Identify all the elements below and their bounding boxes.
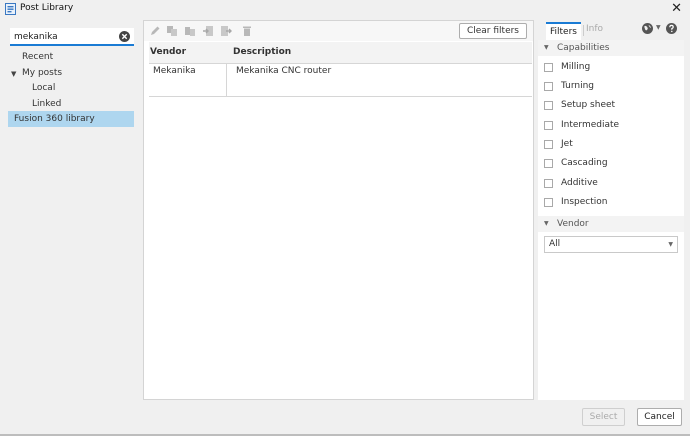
capability-cascading[interactable]: Cascading	[544, 157, 678, 173]
tab-filters[interactable]: Filters	[546, 22, 581, 41]
window-title: Post Library	[20, 3, 74, 13]
capability-milling[interactable]: Milling	[544, 61, 678, 77]
table-header: Vendor Description	[149, 42, 532, 64]
vendor-selected-value: All	[549, 239, 561, 249]
edit-icon[interactable]	[149, 25, 161, 37]
vendor-dropdown[interactable]: All ▼	[544, 236, 678, 253]
capability-label: Additive	[561, 178, 598, 188]
delete-icon[interactable]	[241, 25, 253, 37]
toolbar: Clear filters	[144, 21, 533, 41]
capability-label: Turning	[561, 81, 594, 91]
post-list-panel: Clear filters Vendor Description Mekanik…	[143, 20, 534, 400]
column-header-description[interactable]: Description	[233, 47, 291, 57]
checkbox[interactable]	[544, 82, 553, 91]
capability-additive[interactable]: Additive	[544, 177, 678, 193]
vendor-section-header[interactable]: ▼ Vendor	[538, 216, 684, 232]
checkbox[interactable]	[544, 101, 553, 110]
checkbox[interactable]	[544, 198, 553, 207]
select-button[interactable]: Select	[582, 408, 625, 426]
clear-filters-button[interactable]: Clear filters	[458, 23, 527, 39]
export-icon[interactable]	[220, 25, 232, 37]
clear-search-icon[interactable]	[119, 31, 130, 42]
tree-item-label: Fusion 360 library	[14, 114, 95, 124]
vendor-heading: Vendor	[557, 219, 589, 229]
tree-item-my-posts[interactable]: My posts	[22, 68, 62, 78]
capabilities-section-header[interactable]: ▼ Capabilities	[538, 40, 684, 56]
chevron-down-icon[interactable]: ▼	[11, 70, 16, 78]
capability-setup-sheet[interactable]: Setup sheet	[544, 99, 678, 115]
search-box	[10, 28, 134, 46]
copy-icon[interactable]	[166, 25, 178, 37]
import-icon[interactable]	[202, 25, 214, 37]
tree-item-linked[interactable]: Linked	[32, 99, 61, 109]
search-input[interactable]	[14, 30, 114, 43]
help-icon[interactable]	[666, 23, 677, 34]
left-panel: Recent ▼ My posts Local Linked Fusion 36…	[8, 22, 136, 402]
checkbox[interactable]	[544, 140, 553, 149]
checkbox[interactable]	[544, 121, 553, 130]
close-icon[interactable]: ✕	[671, 1, 682, 16]
globe-icon[interactable]	[642, 23, 653, 34]
capability-label: Cascading	[561, 158, 608, 168]
title-bar: Post Library ✕	[0, 0, 690, 18]
tab-bar: Filters Info ▼	[538, 20, 684, 41]
post-library-icon	[5, 3, 16, 15]
chevron-down-icon[interactable]: ▼	[656, 24, 661, 31]
capability-intermediate[interactable]: Intermediate	[544, 119, 678, 135]
tree-item-local[interactable]: Local	[32, 83, 55, 93]
chevron-down-icon: ▼	[544, 44, 549, 51]
capability-label: Jet	[561, 139, 573, 149]
tree-item-fusion-library[interactable]: Fusion 360 library	[8, 111, 134, 127]
capability-inspection[interactable]: Inspection	[544, 196, 678, 212]
capability-label: Setup sheet	[561, 100, 616, 110]
cell-description: Mekanika CNC router	[236, 66, 332, 76]
capability-jet[interactable]: Jet	[544, 138, 678, 154]
table-row[interactable]: Mekanika Mekanika CNC router	[149, 63, 532, 97]
checkbox[interactable]	[544, 159, 553, 168]
tree-item-recent[interactable]: Recent	[22, 52, 53, 62]
capability-label: Intermediate	[561, 120, 620, 130]
checkbox[interactable]	[544, 63, 553, 72]
paste-icon[interactable]	[184, 25, 196, 37]
capability-turning[interactable]: Turning	[544, 80, 678, 96]
chevron-down-icon: ▼	[668, 241, 673, 248]
cancel-button[interactable]: Cancel	[637, 408, 682, 426]
tab-info[interactable]: Info	[586, 24, 603, 34]
column-header-vendor[interactable]: Vendor	[150, 47, 186, 57]
chevron-down-icon: ▼	[544, 220, 549, 227]
capability-label: Milling	[561, 62, 591, 72]
capability-label: Inspection	[561, 197, 608, 207]
cell-vendor: Mekanika	[153, 66, 196, 76]
filters-panel: Filters Info ▼ ▼ Capabilities Milling Tu…	[538, 20, 684, 400]
capabilities-heading: Capabilities	[557, 43, 610, 53]
checkbox[interactable]	[544, 179, 553, 188]
tab-divider	[583, 25, 584, 36]
